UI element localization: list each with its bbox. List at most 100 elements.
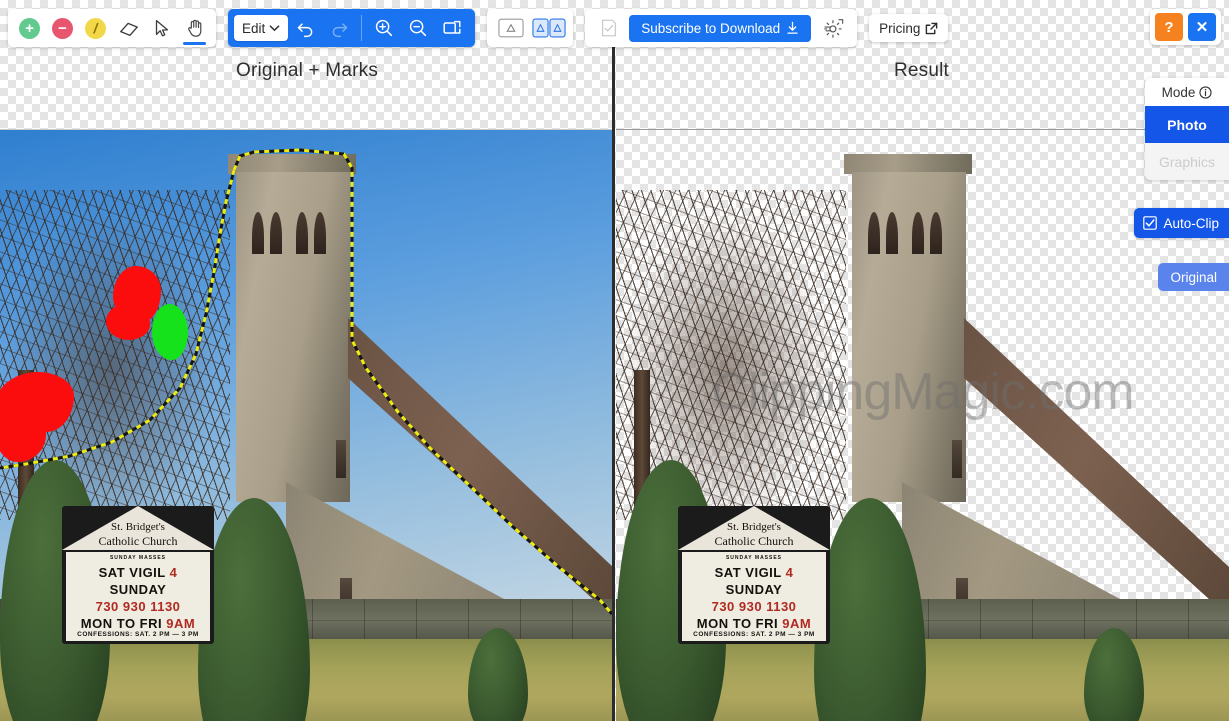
sign-row-5: CONFESSIONS: SAT. 2 PM — 3 PM (693, 631, 815, 638)
checklist-icon (602, 19, 617, 37)
sign-row-1: SAT VIGIL 4 (682, 566, 826, 579)
tower-cap (844, 154, 972, 174)
original-image-panel[interactable]: St. Bridget's Catholic Church SUNDAY MAS… (0, 130, 612, 721)
tower-window (912, 212, 924, 254)
sign-row-4-black: MON TO FRI (80, 616, 163, 631)
plus-circle-icon: + (19, 17, 40, 39)
mode-heading-row: Mode (1145, 78, 1229, 106)
tower-window (952, 440, 962, 478)
sign-row-1-red: 4 (785, 565, 794, 580)
redo-icon (332, 22, 348, 37)
review-button[interactable] (591, 10, 627, 46)
sign-row-3: 730 930 1130 (95, 599, 181, 614)
sign-row-1: SAT VIGIL 4 (66, 566, 210, 579)
mode-panel: Mode Photo Graphics (1145, 78, 1229, 180)
fit-to-screen-button[interactable] (435, 10, 469, 46)
window-controls: ? ✕ (1150, 9, 1221, 45)
tower-window (296, 212, 308, 254)
sign-board: SUNDAY MASSES SAT VIGIL 4 SUNDAY 730 930… (66, 552, 210, 641)
scalpel-tool[interactable]: / (80, 10, 111, 46)
church-sign: St. Bridget's Catholic Church SUNDAY MAS… (62, 506, 214, 644)
fit-screen-icon (443, 20, 461, 34)
edit-history-group: Edit (228, 9, 476, 47)
original-button[interactable]: Original (1158, 263, 1229, 291)
left-panel-title: Original + Marks (235, 60, 379, 81)
toolbar-divider (361, 15, 363, 41)
zoom-in-icon (376, 19, 393, 37)
right-panel-title: Result (893, 60, 950, 81)
sign-board: SUNDAY MASSES SAT VIGIL 4 SUNDAY 730 930… (682, 552, 826, 641)
redo-button[interactable] (322, 10, 356, 46)
undo-button[interactable] (288, 10, 322, 46)
remove-mark[interactable] (106, 302, 150, 340)
mode-option-graphics[interactable]: Graphics (1145, 143, 1229, 180)
undo-icon (297, 22, 313, 37)
tower-window (930, 212, 942, 254)
editor-window: St. Bridget's Catholic Church SUNDAY MAS… (0, 0, 1229, 721)
zoom-out-button[interactable] (401, 10, 435, 46)
tower-window (868, 212, 880, 254)
pricing-group: Pricing (869, 9, 949, 47)
mode-heading-label: Mode (1161, 84, 1196, 100)
view-split-button[interactable] (531, 10, 567, 46)
close-button[interactable]: ✕ (1188, 13, 1216, 41)
edit-dropdown-label: Edit (242, 20, 266, 36)
auto-clip-label: Auto-Clip (1163, 215, 1219, 231)
gear-icon (824, 19, 844, 38)
bare-tree (0, 190, 230, 520)
eraser-tool[interactable] (113, 10, 144, 46)
zoom-out-icon (410, 19, 427, 37)
sign-row-1-red: 4 (169, 565, 178, 580)
pointer-tool[interactable] (146, 10, 177, 46)
subscribe-to-download-button[interactable]: Subscribe to Download (629, 14, 812, 42)
panel-guide-line-left (0, 129, 612, 130)
checkbox-checked-icon (1143, 216, 1158, 230)
help-button[interactable]: ? (1155, 13, 1183, 41)
sign-sub: SUNDAY MASSES (725, 555, 783, 561)
tower-window (252, 212, 264, 254)
sign-line-2: Catholic Church (98, 534, 178, 548)
actions-group: Subscribe to Download (585, 9, 858, 47)
auto-clip-toggle[interactable]: Auto-Clip (1134, 208, 1229, 238)
single-view-icon (498, 18, 524, 38)
sign-row-1-black: SAT VIGIL (714, 565, 782, 580)
add-keep-tool[interactable]: + (14, 10, 45, 46)
sign-row-4-red: 9AM (166, 616, 196, 631)
main-toolbar: + − / Edit Subscribe to Download Pricing (8, 9, 949, 47)
brush-tool-group: + − / (8, 9, 216, 47)
split-view-icon (532, 18, 566, 38)
mode-option-photo[interactable]: Photo (1145, 106, 1229, 143)
keep-mark[interactable] (152, 304, 188, 360)
remove-tool[interactable]: − (47, 10, 78, 46)
tower-window (336, 440, 346, 478)
sign-line-1: St. Bridget's (111, 521, 165, 533)
view-single-button[interactable] (493, 10, 529, 46)
view-mode-group (487, 9, 574, 47)
info-circle-icon[interactable] (1199, 85, 1213, 99)
zoom-in-button[interactable] (367, 10, 401, 46)
sign-line-2: Catholic Church (714, 534, 794, 548)
sign-row-4: MON TO FRI 9AM (682, 617, 826, 630)
sign-row-5: CONFESSIONS: SAT. 2 PM — 3 PM (77, 631, 199, 638)
tower-window (886, 212, 898, 254)
hand-icon (187, 19, 201, 37)
split-divider[interactable] (612, 44, 615, 721)
subscribe-label: Subscribe to Download (641, 20, 781, 36)
edit-dropdown[interactable]: Edit (234, 15, 289, 41)
sign-sub: SUNDAY MASSES (109, 555, 167, 561)
church-sign: St. Bridget's Catholic Church SUNDAY MAS… (678, 506, 830, 644)
tower-cap (228, 154, 356, 174)
cursor-arrow-icon (155, 20, 168, 37)
download-icon (787, 21, 798, 34)
pan-tool[interactable] (179, 10, 210, 46)
minus-circle-icon: − (52, 17, 73, 39)
external-link-icon (926, 22, 938, 34)
sign-row-3: 730 930 1130 (711, 599, 797, 614)
chevron-down-icon (269, 25, 280, 32)
sign-row-1-black: SAT VIGIL (98, 565, 166, 580)
pricing-button[interactable]: Pricing (869, 14, 949, 42)
settings-button[interactable] (813, 10, 851, 46)
sign-row-4: MON TO FRI 9AM (66, 617, 210, 630)
pricing-label: Pricing (879, 20, 921, 36)
eraser-icon (119, 22, 138, 37)
